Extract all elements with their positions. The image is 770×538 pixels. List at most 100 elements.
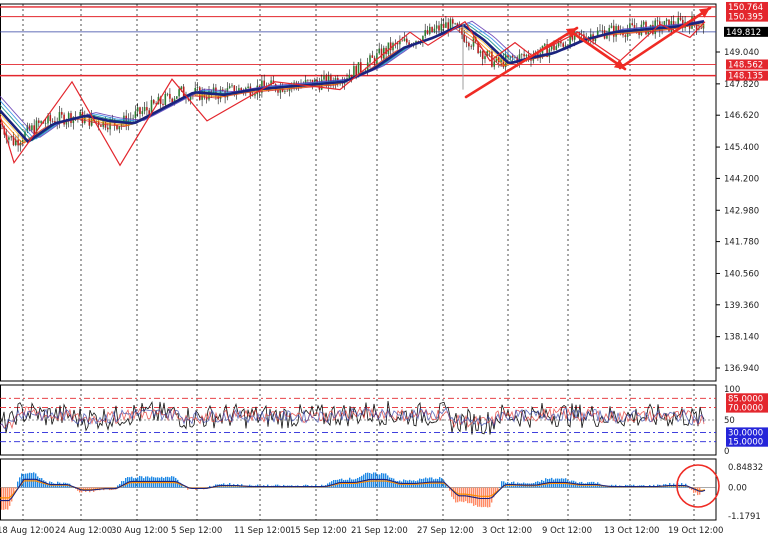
macd-histogram-bar <box>499 487 501 488</box>
rsi-tick-label: 0 <box>724 447 729 457</box>
price-tick-label: 138.140 <box>724 333 759 343</box>
price-tick-label: 149.040 <box>724 48 759 58</box>
price-level-tag-label: 150.764 <box>728 3 763 13</box>
macd-histogram-bar <box>29 472 31 488</box>
rsi-level-tag-label: 70.0000 <box>728 404 763 414</box>
candle-body <box>51 121 54 122</box>
macd-histogram-bar <box>31 473 33 488</box>
time-tick-label: 13 Oct 12:00 <box>604 526 659 536</box>
price-level-tag-label: 148.135 <box>728 72 763 82</box>
candle-body <box>401 40 403 42</box>
candle-body <box>139 107 141 114</box>
candle-body <box>665 19 668 22</box>
macd-histogram-bar <box>183 487 185 488</box>
candle-body <box>521 54 523 55</box>
macd-histogram-bar <box>489 487 491 508</box>
candle-body <box>40 121 42 123</box>
macd-histogram-bar <box>373 472 375 488</box>
time-tick-label: 21 Sep 12:00 <box>351 526 408 536</box>
candle-body <box>247 86 249 89</box>
candle-body <box>171 98 173 103</box>
candle-body <box>426 30 429 34</box>
time-tick-label: 27 Sep 12:00 <box>417 526 474 536</box>
forex-chart[interactable]: 149.040147.820146.620145.400144.200142.9… <box>0 0 770 538</box>
candle-body <box>631 23 633 25</box>
candle-body <box>454 23 456 24</box>
candle-body <box>44 123 47 125</box>
price-tick-label: 146.620 <box>724 111 759 121</box>
macd-histogram-bar <box>1 487 3 510</box>
macd-histogram-bar <box>381 473 383 488</box>
candle-body <box>700 28 702 30</box>
candle-body <box>61 112 63 115</box>
candle-body <box>100 125 102 127</box>
candle-body <box>196 87 199 88</box>
macd-histogram-bar <box>3 487 5 510</box>
chart-background <box>0 0 770 538</box>
time-tick-label: 11 Sep 12:00 <box>234 526 291 536</box>
candle-body <box>544 44 546 46</box>
candle-body <box>468 42 470 47</box>
candle-body <box>153 100 155 104</box>
price-tick-label: 142.980 <box>724 206 759 216</box>
candle-body <box>254 94 256 96</box>
candle-body <box>380 48 383 59</box>
time-tick-label: 3 Oct 12:00 <box>482 526 532 536</box>
candle-body <box>403 38 406 41</box>
candle-body <box>440 23 443 31</box>
candle-body <box>277 90 279 93</box>
time-tick-label: 30 Aug 12:00 <box>111 526 168 536</box>
candle-body <box>599 30 601 31</box>
candle-body <box>610 25 613 28</box>
candle-body <box>107 127 109 130</box>
candle-body <box>431 26 433 32</box>
candle-body <box>146 107 148 111</box>
candle-body <box>656 20 659 22</box>
candle-body <box>132 117 134 119</box>
candle-body <box>406 38 408 43</box>
candle-body <box>438 25 440 31</box>
candle-body <box>134 111 137 118</box>
macd-histogram-bar <box>485 487 487 507</box>
candle-body <box>309 79 311 81</box>
candle-body <box>169 93 171 99</box>
macd-tick-label: -1.1791 <box>728 512 761 522</box>
macd-histogram-bar <box>467 487 469 504</box>
candle-body <box>562 43 564 47</box>
candle-body <box>378 48 380 54</box>
candle-body <box>231 85 233 87</box>
macd-histogram-bar <box>385 473 387 488</box>
candle-body <box>228 86 231 89</box>
candle-body <box>624 35 627 37</box>
candle-body <box>465 41 468 43</box>
candle-body <box>38 120 40 123</box>
candle-body <box>433 28 436 32</box>
time-tick-label: 19 Oct 12:00 <box>668 526 723 536</box>
macd-histogram-bar <box>483 487 485 508</box>
candle-body <box>205 97 208 100</box>
price-tick-label: 136.940 <box>724 364 759 374</box>
candle-body <box>642 21 645 25</box>
candle-body <box>341 83 344 84</box>
candle-body <box>178 89 180 97</box>
candle-body <box>141 111 144 114</box>
price-tick-label: 144.200 <box>724 174 759 184</box>
macd-histogram-bar <box>21 473 23 488</box>
candle-body <box>8 137 10 140</box>
candle-body <box>143 107 146 112</box>
candle-body <box>429 26 431 34</box>
candle-body <box>33 125 35 134</box>
candle-body <box>118 126 121 130</box>
candle-body <box>463 34 466 42</box>
macd-tick-label: 0.00 <box>728 484 747 494</box>
candle-body <box>442 23 445 28</box>
candle-body <box>251 95 254 97</box>
candle-body <box>360 62 362 73</box>
candle-body <box>525 54 528 57</box>
candle-body <box>166 93 169 95</box>
candle-body <box>284 90 286 92</box>
candle-body <box>387 42 390 55</box>
candle-body <box>263 80 265 87</box>
price-tick-label: 141.780 <box>724 238 759 248</box>
candle-body <box>479 51 482 54</box>
